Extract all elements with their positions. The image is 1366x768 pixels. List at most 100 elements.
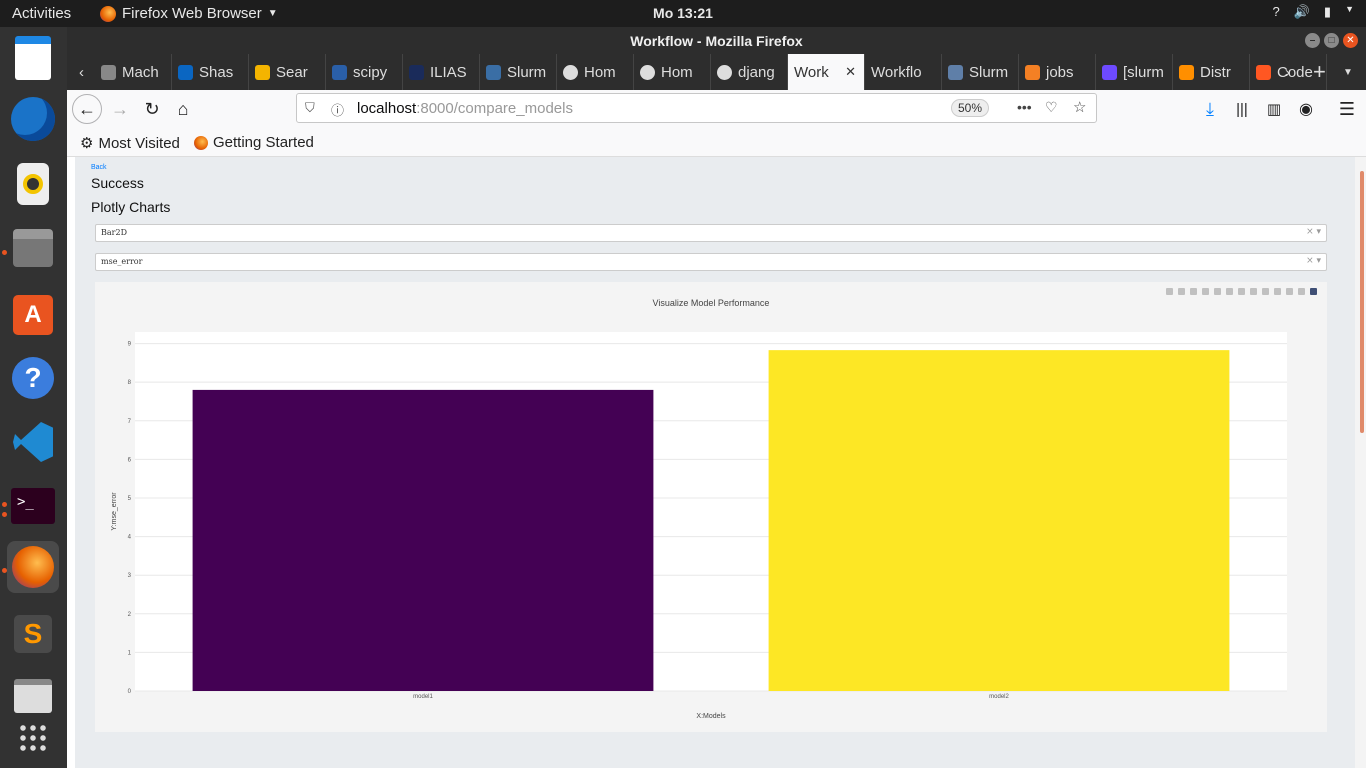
tab-1[interactable]: Shas	[172, 54, 249, 90]
tab-11[interactable]: Slurm	[942, 54, 1019, 90]
tab-list-button[interactable]: ▼	[1337, 54, 1361, 90]
tab-0[interactable]: Mach	[95, 54, 172, 90]
sidebar-icon[interactable]: ▥	[1259, 94, 1289, 124]
files-icon[interactable]	[7, 222, 59, 274]
page-scrollbar[interactable]	[1355, 157, 1366, 768]
x-tick-label: model1	[413, 694, 433, 700]
clock[interactable]: Mo 13:21	[0, 5, 1366, 21]
help-icon[interactable]: ?	[1273, 4, 1280, 20]
spike-lines-icon[interactable]	[1274, 288, 1281, 295]
hover-compare-icon[interactable]	[1298, 288, 1305, 295]
tab-10[interactable]: Workflo	[865, 54, 942, 90]
bar-model1	[192, 389, 654, 691]
bookmark-star-icon[interactable]: ☆	[1073, 98, 1086, 116]
url-text[interactable]: localhost:8000/compare_models	[357, 100, 573, 117]
home-button[interactable]: ⌂	[168, 94, 198, 124]
tensorflow-icon	[1179, 64, 1194, 80]
linkedin-icon	[178, 64, 193, 80]
tab-5[interactable]: Slurm	[480, 54, 557, 90]
sublime-text-icon[interactable]: S	[7, 608, 59, 660]
reload-button[interactable]: ↻	[137, 94, 167, 124]
google-drive-icon	[255, 64, 270, 80]
account-icon[interactable]: ◉	[1291, 94, 1321, 124]
tab-7[interactable]: Hom	[634, 54, 711, 90]
tab-label: ILIAS	[430, 63, 467, 81]
tabs-scroll-left-button[interactable]: ‹	[73, 54, 95, 90]
clear-icon[interactable]: × ▾	[1306, 256, 1321, 266]
page-content: Back Success Plotly Charts Bar2D × ▾ mse…	[75, 157, 1355, 768]
reset-axes-icon[interactable]	[1262, 288, 1269, 295]
page-info-icon[interactable]: ⓘ	[331, 100, 344, 119]
metric-select[interactable]: mse_error × ▾	[95, 253, 1327, 271]
zoom-in-icon[interactable]	[1226, 288, 1233, 295]
tab-2[interactable]: Sear	[249, 54, 326, 90]
tab-13[interactable]: [slurm	[1096, 54, 1173, 90]
plotly-chart[interactable]: 0 1 2 3 4 5 6 7 8 9 model1 model2 Visualize Model Pe…	[95, 282, 1327, 732]
tab-label: Hom	[661, 63, 693, 81]
show-applications-icon[interactable]	[7, 712, 59, 764]
close-tab-icon[interactable]: ✕	[845, 64, 856, 80]
tabs-scroll-right-button[interactable]: ›	[1279, 54, 1303, 90]
y-tick-label: 0	[128, 689, 132, 695]
camera-icon[interactable]	[1166, 288, 1173, 295]
chevron-down-icon[interactable]: ▼	[1345, 4, 1354, 20]
battery-icon[interactable]: ▮	[1324, 4, 1331, 20]
github-icon	[717, 64, 732, 80]
bookmark-most-visited[interactable]: ⚙ Most Visited	[80, 134, 180, 153]
zoom-out-icon[interactable]	[1238, 288, 1245, 295]
box-select-icon[interactable]	[1202, 288, 1209, 295]
zoom-icon[interactable]	[1178, 288, 1185, 295]
hover-closest-icon[interactable]	[1286, 288, 1293, 295]
maximize-button[interactable]: □	[1324, 33, 1339, 48]
url-bar[interactable]: ⛉ ⓘ localhost:8000/compare_models 50% ••…	[296, 93, 1097, 123]
clear-icon[interactable]: × ▾	[1306, 227, 1321, 237]
plotly-logo-icon[interactable]	[1310, 288, 1317, 295]
forward-button[interactable]: →	[105, 94, 135, 124]
pan-icon[interactable]	[1190, 288, 1197, 295]
bookmark-getting-started[interactable]: Getting Started	[194, 134, 314, 151]
help-icon[interactable]: ?	[7, 352, 59, 404]
tab-12[interactable]: jobs	[1019, 54, 1096, 90]
chart-type-select[interactable]: Bar2D × ▾	[95, 224, 1327, 242]
chart-svg: 0 1 2 3 4 5 6 7 8 9 model1 model2 Visualize Model Pe…	[111, 298, 1287, 720]
slurm-icon	[486, 64, 501, 80]
shield-icon[interactable]: ⛉	[305, 100, 315, 116]
y-tick-label: 1	[128, 650, 132, 656]
vscode-icon[interactable]	[7, 416, 59, 468]
tab-6[interactable]: Hom	[557, 54, 634, 90]
window-title: Workflow - Mozilla Firefox	[630, 33, 803, 49]
downloads-icon[interactable]: ⤓	[1195, 94, 1225, 124]
menu-icon[interactable]: ☰	[1332, 94, 1362, 124]
software-center-icon[interactable]: A	[7, 289, 59, 341]
writer-icon[interactable]	[7, 32, 59, 84]
tab-14[interactable]: Distr	[1173, 54, 1250, 90]
tab-label: scipy	[353, 63, 388, 81]
thunderbird-icon[interactable]	[7, 93, 59, 145]
back-link[interactable]: Back	[91, 164, 107, 171]
tab-label: Work	[794, 63, 829, 81]
firefox-icon	[194, 135, 208, 150]
zoom-level-button[interactable]: 50%	[951, 99, 989, 117]
close-window-button[interactable]: ✕	[1343, 33, 1358, 48]
new-tab-button[interactable]: +	[1307, 54, 1333, 90]
page-actions-icon[interactable]: •••	[1017, 99, 1032, 115]
back-button[interactable]: ←	[72, 94, 102, 124]
firefox-icon[interactable]	[7, 541, 59, 593]
autoscale-icon[interactable]	[1250, 288, 1257, 295]
tab-8[interactable]: djang	[711, 54, 788, 90]
y-tick-label: 2	[128, 612, 132, 618]
pocket-icon[interactable]: ♡	[1045, 99, 1058, 116]
system-tray[interactable]: ? 🔊 ▮ ▼	[1273, 4, 1355, 20]
tab-3[interactable]: scipy	[326, 54, 403, 90]
library-icon[interactable]: |||	[1227, 94, 1257, 124]
github-icon	[640, 64, 655, 80]
tab-4[interactable]: ILIAS	[403, 54, 480, 90]
window-titlebar[interactable]: Workflow - Mozilla Firefox – □ ✕	[67, 27, 1366, 54]
volume-icon[interactable]: 🔊	[1294, 4, 1310, 20]
terminal-icon[interactable]: >_	[7, 480, 59, 532]
tab-9[interactable]: Work ✕	[788, 54, 865, 90]
scrollbar-thumb[interactable]	[1360, 171, 1364, 433]
minimize-button[interactable]: –	[1305, 33, 1320, 48]
lasso-icon[interactable]	[1214, 288, 1221, 295]
rhythmbox-icon[interactable]	[7, 158, 59, 210]
